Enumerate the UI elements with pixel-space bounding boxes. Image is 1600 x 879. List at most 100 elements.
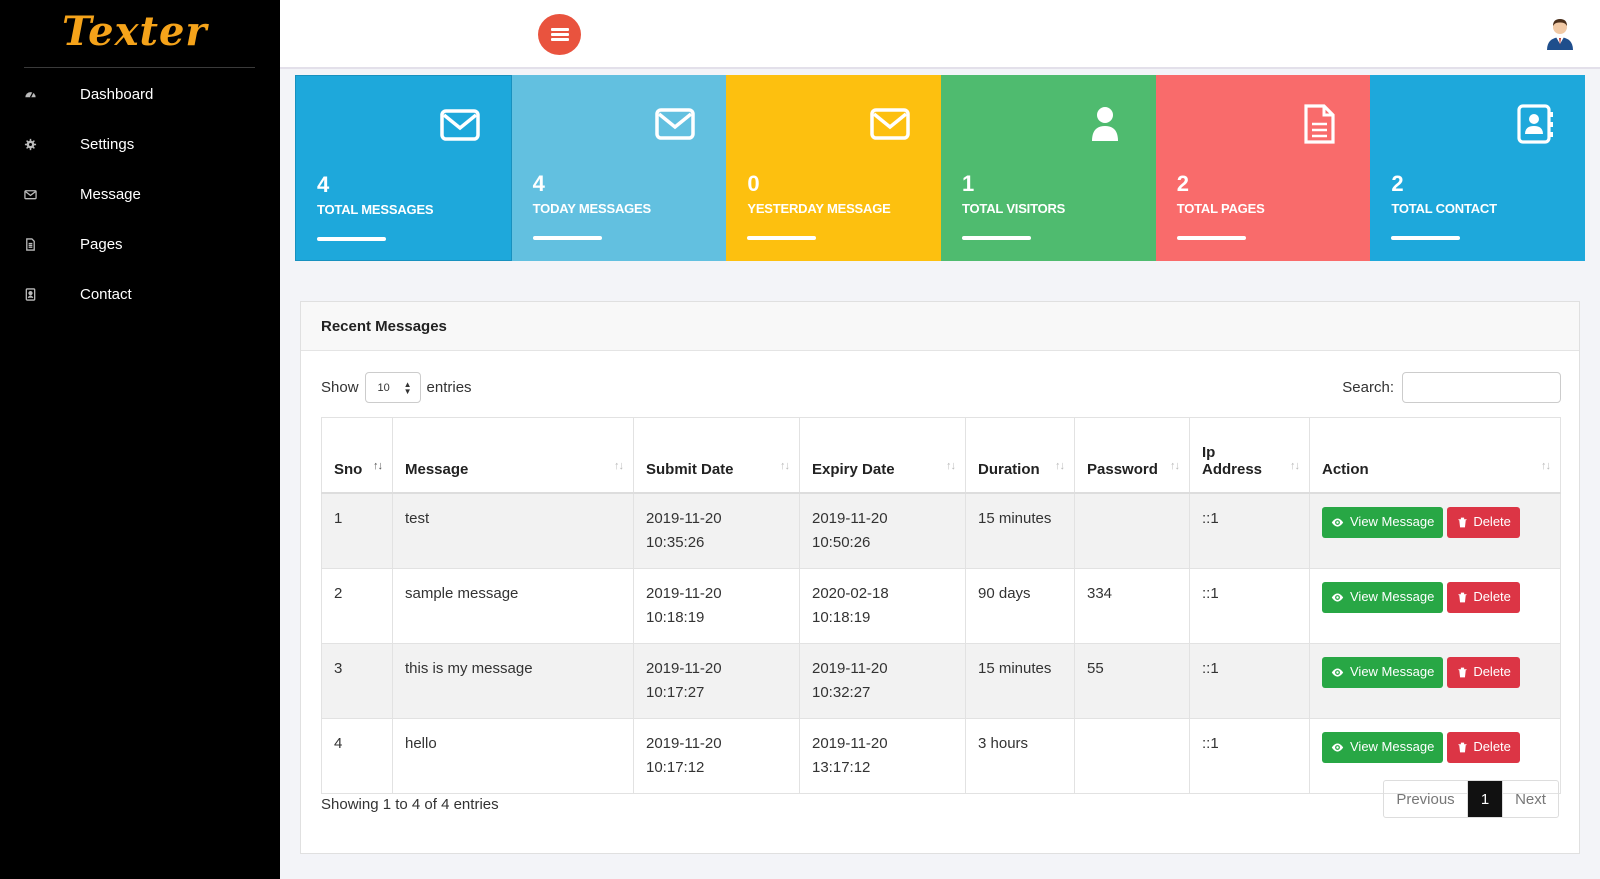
button-label: Delete bbox=[1473, 739, 1511, 754]
delete-button[interactable]: Delete bbox=[1447, 581, 1520, 613]
cell-duration: 3 hours bbox=[965, 717, 1075, 794]
button-label: View Message bbox=[1350, 664, 1435, 679]
time-text: 10:35:26 bbox=[646, 533, 705, 551]
menu-toggle-button[interactable] bbox=[538, 14, 581, 55]
next-page-button[interactable]: Next bbox=[1502, 781, 1558, 817]
sidebar-item-dashboard[interactable]: Dashboard bbox=[0, 69, 280, 119]
delete-button[interactable]: Delete bbox=[1447, 656, 1520, 688]
cell-expiry-date: 2020-02-18 10:18:19 bbox=[799, 567, 966, 644]
card-underline bbox=[747, 236, 817, 240]
trash-icon bbox=[1458, 667, 1467, 677]
page-size-control: Show 10 ▲ ▼ entries bbox=[321, 372, 472, 403]
table-header-row: Sno ↑↓ Message ↑↓ Submit Date ↑↓ Expiry Dat… bbox=[321, 417, 1561, 494]
document-icon bbox=[1298, 103, 1340, 145]
card-value: 4 bbox=[317, 172, 330, 197]
date-text: 2019-11-20 bbox=[646, 509, 722, 527]
column-header-message[interactable]: Message ↑↓ bbox=[392, 417, 634, 494]
cell-message: this is my message bbox=[392, 642, 634, 719]
sidebar-item-label: Message bbox=[80, 185, 141, 203]
card-total-contact[interactable]: 2 TOTAL CONTACT bbox=[1370, 75, 1586, 261]
column-header-ip-address[interactable]: Ip Address ↑↓ bbox=[1189, 417, 1310, 494]
column-header-expiry-date[interactable]: Expiry Date ↑↓ bbox=[799, 417, 966, 494]
date-text: 2019-11-20 bbox=[812, 659, 888, 677]
card-total-pages[interactable]: 2 TOTAL PAGES bbox=[1155, 75, 1371, 261]
view-message-button[interactable]: View Message bbox=[1322, 656, 1444, 688]
card-value: 0 bbox=[747, 171, 760, 196]
column-label: Password bbox=[1087, 460, 1158, 478]
envelope-icon bbox=[439, 104, 481, 146]
sidebar-item-pages[interactable]: Pages bbox=[0, 219, 280, 269]
view-message-button[interactable]: View Message bbox=[1322, 581, 1444, 613]
page-size-select[interactable]: 10 ▲ ▼ bbox=[364, 372, 421, 403]
sidebar-item-label: Settings bbox=[80, 135, 135, 153]
search-input[interactable] bbox=[1402, 372, 1561, 403]
card-yesterday-message[interactable]: 0 YESTERDAY MESSAGE bbox=[726, 75, 942, 261]
card-label: TODAY MESSAGES bbox=[532, 201, 652, 216]
view-message-button[interactable]: View Message bbox=[1322, 506, 1444, 538]
page-button-current[interactable]: 1 bbox=[1468, 781, 1502, 817]
column-label: Action bbox=[1322, 460, 1369, 478]
recent-messages-panel: Recent Messages Show 10 ▲ ▼ entries Searc… bbox=[300, 301, 1580, 854]
sort-icon: ↑↓ bbox=[1055, 459, 1065, 472]
time-text: 13:17:12 bbox=[812, 758, 871, 776]
column-label: Duration bbox=[978, 460, 1040, 478]
time-text: 10:17:12 bbox=[646, 758, 705, 776]
contact-icon bbox=[0, 287, 80, 301]
column-header-sno[interactable]: Sno ↑↓ bbox=[321, 417, 393, 494]
card-today-messages[interactable]: 4 TODAY MESSAGES bbox=[511, 75, 727, 261]
sort-icon: ↑↓ bbox=[1290, 459, 1300, 472]
cell-expiry-date: 2019-11-20 10:32:27 bbox=[799, 642, 966, 719]
sidebar-divider bbox=[24, 67, 255, 68]
cell-password: 55 bbox=[1074, 642, 1190, 719]
sidebar-item-label: Dashboard bbox=[80, 85, 154, 103]
cell-submit-date: 2019-11-20 10:18:19 bbox=[633, 567, 800, 644]
column-label: Sno bbox=[334, 460, 363, 478]
column-label: Expiry Date bbox=[812, 460, 895, 478]
cell-sno: 3 bbox=[321, 642, 393, 719]
card-label: TOTAL PAGES bbox=[1176, 201, 1265, 216]
trash-icon bbox=[1458, 517, 1467, 527]
cell-expiry-date: 2019-11-20 13:17:12 bbox=[799, 717, 966, 794]
delete-button[interactable]: Delete bbox=[1447, 731, 1520, 763]
sort-asc-icon: ↑↓ bbox=[373, 459, 383, 472]
column-label: Message bbox=[405, 460, 469, 478]
sidebar-item-message[interactable]: Message bbox=[0, 169, 280, 219]
column-header-submit-date[interactable]: Submit Date ↑↓ bbox=[633, 417, 800, 494]
cell-duration: 15 minutes bbox=[965, 492, 1075, 569]
column-label: Ip Address bbox=[1202, 443, 1263, 478]
sidebar-item-contact[interactable]: Contact bbox=[0, 269, 280, 319]
column-header-password[interactable]: Password ↑↓ bbox=[1074, 417, 1190, 494]
card-underline bbox=[1176, 236, 1246, 240]
sidebar-item-label: Pages bbox=[80, 235, 123, 253]
dashboard-icon bbox=[0, 88, 80, 101]
cell-duration: 15 minutes bbox=[965, 642, 1075, 719]
top-bar bbox=[280, 0, 1600, 69]
sidebar-item-settings[interactable]: Settings bbox=[0, 119, 280, 169]
brand-logo[interactable]: Texter bbox=[62, 8, 207, 55]
column-header-action[interactable]: Action ↑↓ bbox=[1309, 417, 1561, 494]
card-total-messages[interactable]: 4 TOTAL MESSAGES bbox=[295, 75, 512, 261]
time-text: 10:32:27 bbox=[812, 683, 871, 701]
document-icon bbox=[0, 237, 80, 251]
envelope-icon bbox=[869, 103, 911, 145]
eye-icon bbox=[1331, 667, 1344, 677]
date-text: 2019-11-20 bbox=[646, 584, 722, 602]
card-value: 2 bbox=[1176, 171, 1189, 196]
cell-ip: ::1 bbox=[1189, 567, 1310, 644]
sort-icon: ↑↓ bbox=[614, 459, 624, 472]
sort-icon: ↑↓ bbox=[1541, 459, 1551, 472]
gear-icon bbox=[0, 138, 80, 151]
view-message-button[interactable]: View Message bbox=[1322, 731, 1444, 763]
user-avatar[interactable] bbox=[1542, 14, 1578, 50]
column-header-duration[interactable]: Duration ↑↓ bbox=[965, 417, 1075, 494]
card-underline bbox=[532, 236, 602, 240]
delete-button[interactable]: Delete bbox=[1447, 506, 1520, 538]
card-value: 4 bbox=[532, 171, 545, 196]
card-total-visitors[interactable]: 1 TOTAL VISITORS bbox=[941, 75, 1156, 261]
cell-expiry-date: 2019-11-20 10:50:26 bbox=[799, 492, 966, 569]
previous-page-button[interactable]: Previous bbox=[1384, 781, 1468, 817]
search-label: Search: bbox=[1342, 379, 1394, 396]
updown-caret-icon: ▲ ▼ bbox=[403, 379, 412, 396]
button-label: View Message bbox=[1350, 514, 1435, 529]
button-label: Delete bbox=[1473, 589, 1511, 604]
